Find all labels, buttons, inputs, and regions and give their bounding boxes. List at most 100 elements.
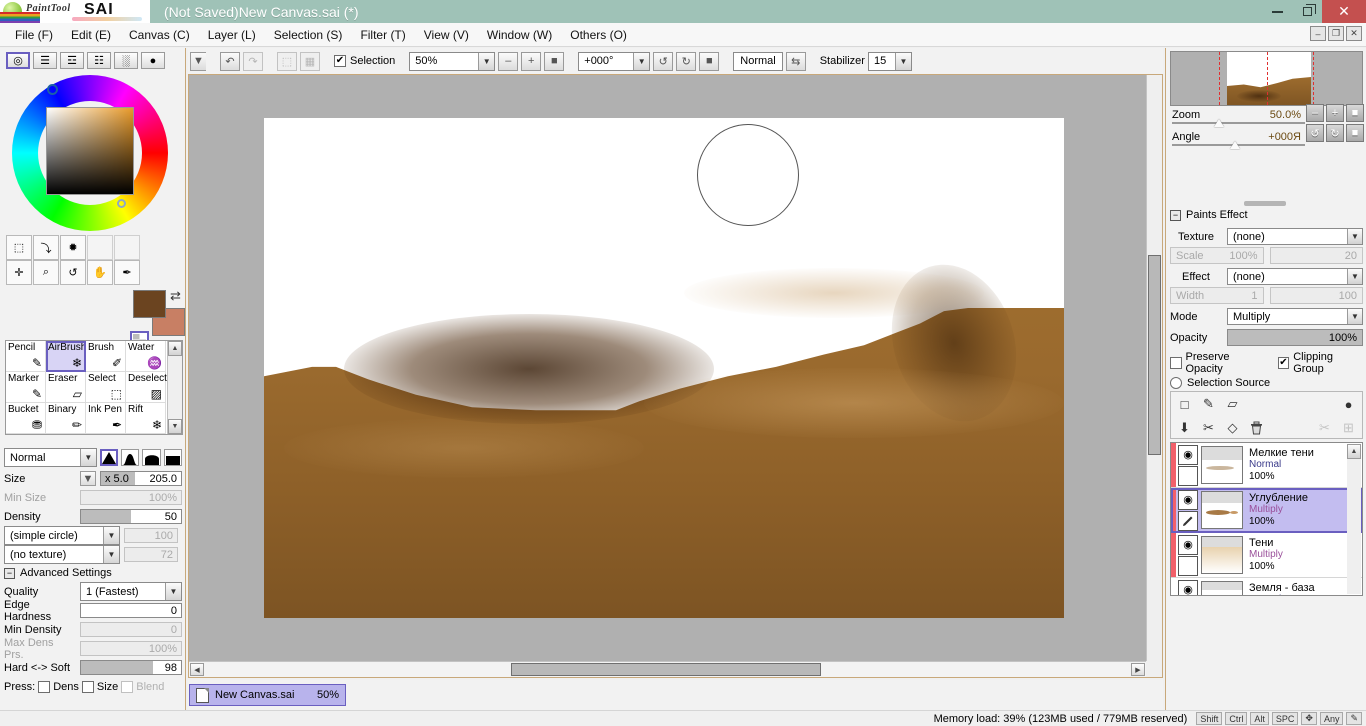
tool-blank-2[interactable] <box>114 235 140 260</box>
scroll-right-icon[interactable]: ▶ <box>1131 663 1145 676</box>
brush-shape-amount[interactable]: 100 <box>124 528 178 543</box>
brush-water[interactable]: Water ♒ <box>126 341 166 372</box>
canvas-vertical-scrollbar[interactable] <box>1146 75 1162 661</box>
brush-bucket[interactable]: Bucket ⛃ <box>6 403 46 434</box>
rotate-cw-button[interactable]: ↻ <box>676 51 697 71</box>
hard-soft-slider[interactable]: 98 <box>80 660 182 675</box>
layer-visibility-icon[interactable]: ◉ <box>1178 444 1198 465</box>
delete-layer-icon[interactable] <box>1246 418 1267 438</box>
scroll-down-icon[interactable]: ▼ <box>168 419 182 434</box>
brush-ink-pen[interactable]: Ink Pen ✒ <box>86 403 126 434</box>
color-wheel-mode-button[interactable]: ◎ <box>6 52 30 69</box>
brush-texture-amount[interactable]: 72 <box>124 547 178 562</box>
zoom-reset-button[interactable]: ■ <box>544 51 565 71</box>
chevron-down-icon[interactable]: ▼ <box>633 52 650 70</box>
lasso-select-icon[interactable]: ⤵ <box>33 235 59 260</box>
brush-blend-mode-combo[interactable]: Normal ▼ <box>4 448 97 467</box>
menu-others[interactable]: Others (O) <box>561 25 636 45</box>
chevron-down-icon[interactable]: ▼ <box>103 546 119 563</box>
pressure-size-checkbox[interactable] <box>81 680 94 693</box>
panel-resize-handle[interactable] <box>1244 201 1286 206</box>
opacity-slider[interactable]: 100% <box>1227 329 1363 346</box>
merge-linework-icon[interactable]: ✂ <box>1198 418 1219 438</box>
layer-row-teni[interactable]: ◉ Тени Multiply 100% <box>1171 533 1362 578</box>
zoom-out-button[interactable]: – <box>498 51 519 71</box>
hsv-slider-mode-button[interactable]: ☲ <box>60 52 84 69</box>
advanced-settings-header[interactable]: − Advanced Settings <box>0 564 186 582</box>
navigator-preview[interactable] <box>1170 51 1363 106</box>
brush-pencil[interactable]: Pencil ✎ <box>6 341 46 372</box>
chevron-down-icon[interactable]: ▼ <box>165 583 181 600</box>
mdi-close-button[interactable]: ✕ <box>1346 26 1362 41</box>
brush-list-scrollbar[interactable]: ▲ ▼ <box>167 341 182 434</box>
menu-filter[interactable]: Filter (T) <box>351 25 414 45</box>
clear-layer-icon[interactable]: ◇ <box>1222 418 1243 438</box>
chevron-down-icon[interactable]: ▼ <box>79 449 96 466</box>
chevron-down-icon[interactable]: ▼ <box>1347 309 1362 324</box>
collapse-icon[interactable]: − <box>4 567 15 579</box>
zoom-combo[interactable]: 50% ▼ <box>409 51 496 71</box>
swatches-mode-button[interactable]: ░ <box>114 52 138 69</box>
navigator-zoom-track[interactable] <box>1172 122 1305 124</box>
tool-blank-1[interactable] <box>87 235 113 260</box>
nav-rotate-ccw-button[interactable]: ↺ <box>1306 124 1324 142</box>
canvas-horizontal-scrollbar[interactable]: ◀ ▶ <box>189 661 1146 677</box>
minimize-button[interactable] <box>1262 0 1292 23</box>
scroll-up-icon[interactable]: ▲ <box>1347 444 1361 459</box>
texture-combo[interactable]: (none) ▼ <box>1227 228 1363 245</box>
effect-combo[interactable]: (none) ▼ <box>1227 268 1363 285</box>
flip-horizontal-button[interactable]: ⇆ <box>785 51 806 71</box>
chevron-down-icon[interactable]: ▼ <box>894 52 911 70</box>
rotate-ccw-button[interactable]: ↺ <box>653 51 674 71</box>
new-linework-layer-icon[interactable]: ✎ <box>1198 394 1219 414</box>
nav-rotate-cw-button[interactable]: ↻ <box>1326 124 1344 142</box>
artwork-canvas[interactable] <box>264 118 1064 618</box>
min-size-slider[interactable]: 100% <box>80 490 182 505</box>
saturation-value-marker[interactable] <box>117 199 126 208</box>
brush-binary[interactable]: Binary ✏ <box>46 403 86 434</box>
rect-select-icon[interactable]: ⬚ <box>6 235 32 260</box>
density-slider[interactable]: 50 <box>80 509 182 524</box>
preserve-opacity-checkbox[interactable] <box>1170 357 1182 369</box>
zoom-in-button[interactable]: + <box>521 51 542 71</box>
max-density-slider[interactable]: 100% <box>80 641 182 656</box>
canvas-vertical-scroll-thumb[interactable] <box>1148 255 1161 455</box>
brush-airbrush[interactable]: AirBrush ❄ <box>46 341 86 372</box>
pressure-blend-checkbox[interactable] <box>121 680 134 693</box>
eyedropper-icon[interactable]: ✒ <box>114 260 140 285</box>
menu-layer[interactable]: Layer (L) <box>199 25 265 45</box>
brush-brush[interactable]: Brush ✐ <box>86 341 126 372</box>
nav-zoom-out-button[interactable]: – <box>1306 104 1324 122</box>
chevron-down-icon[interactable]: ▼ <box>1347 269 1362 284</box>
merge-down-icon[interactable]: ⬇ <box>1174 418 1195 438</box>
chevron-down-icon[interactable]: ▼ <box>478 52 495 70</box>
effect-width-field[interactable]: Width 1 <box>1170 287 1264 304</box>
new-folder-icon[interactable]: ▱ <box>1222 394 1243 414</box>
maximize-button[interactable] <box>1292 0 1322 23</box>
paints-effect-header[interactable]: − Paints Effect <box>1170 209 1248 221</box>
magic-wand-icon[interactable]: ✹ <box>60 235 86 260</box>
saturation-value-square[interactable] <box>46 107 134 208</box>
brush-deselect[interactable]: Deselect ▨ <box>126 372 167 403</box>
new-layer-icon[interactable]: □ <box>1174 394 1195 414</box>
menu-canvas[interactable]: Canvas (C) <box>120 25 199 45</box>
texture-scale-field[interactable]: Scale 100% <box>1170 247 1264 264</box>
selection-shrink-button[interactable]: ⬚ <box>277 51 297 71</box>
selection-source-row[interactable]: Selection Source <box>1166 375 1366 391</box>
canvas-viewport[interactable]: ◀ ▶ <box>188 74 1163 678</box>
nav-zoom-reset-button[interactable]: ■ <box>1346 104 1364 122</box>
clipping-group-checkbox[interactable]: ✔ <box>1277 357 1290 369</box>
layer-mask-icon[interactable]: ● <box>1338 394 1359 414</box>
rotate-reset-button[interactable]: ■ <box>699 51 720 71</box>
layer-select-toggle[interactable] <box>1178 555 1198 576</box>
selection-toggle[interactable]: ✔ Selection <box>334 55 395 67</box>
hue-marker[interactable] <box>47 84 58 95</box>
nav-rotate-reset-button[interactable]: ■ <box>1346 124 1364 142</box>
brush-shape-combo[interactable]: (simple circle) ▼ <box>4 526 120 545</box>
pressure-density-checkbox[interactable] <box>38 680 51 693</box>
layer-row-melkie-teni[interactable]: ◉ Мелкие тени Normal 100% <box>1171 443 1362 488</box>
canvas-horizontal-scroll-thumb[interactable] <box>511 663 821 676</box>
layer-visibility-icon[interactable]: ◉ <box>1178 534 1198 555</box>
brush-texture-combo[interactable]: (no texture) ▼ <box>4 545 120 564</box>
zoom-icon[interactable]: ⌕ <box>33 260 59 285</box>
